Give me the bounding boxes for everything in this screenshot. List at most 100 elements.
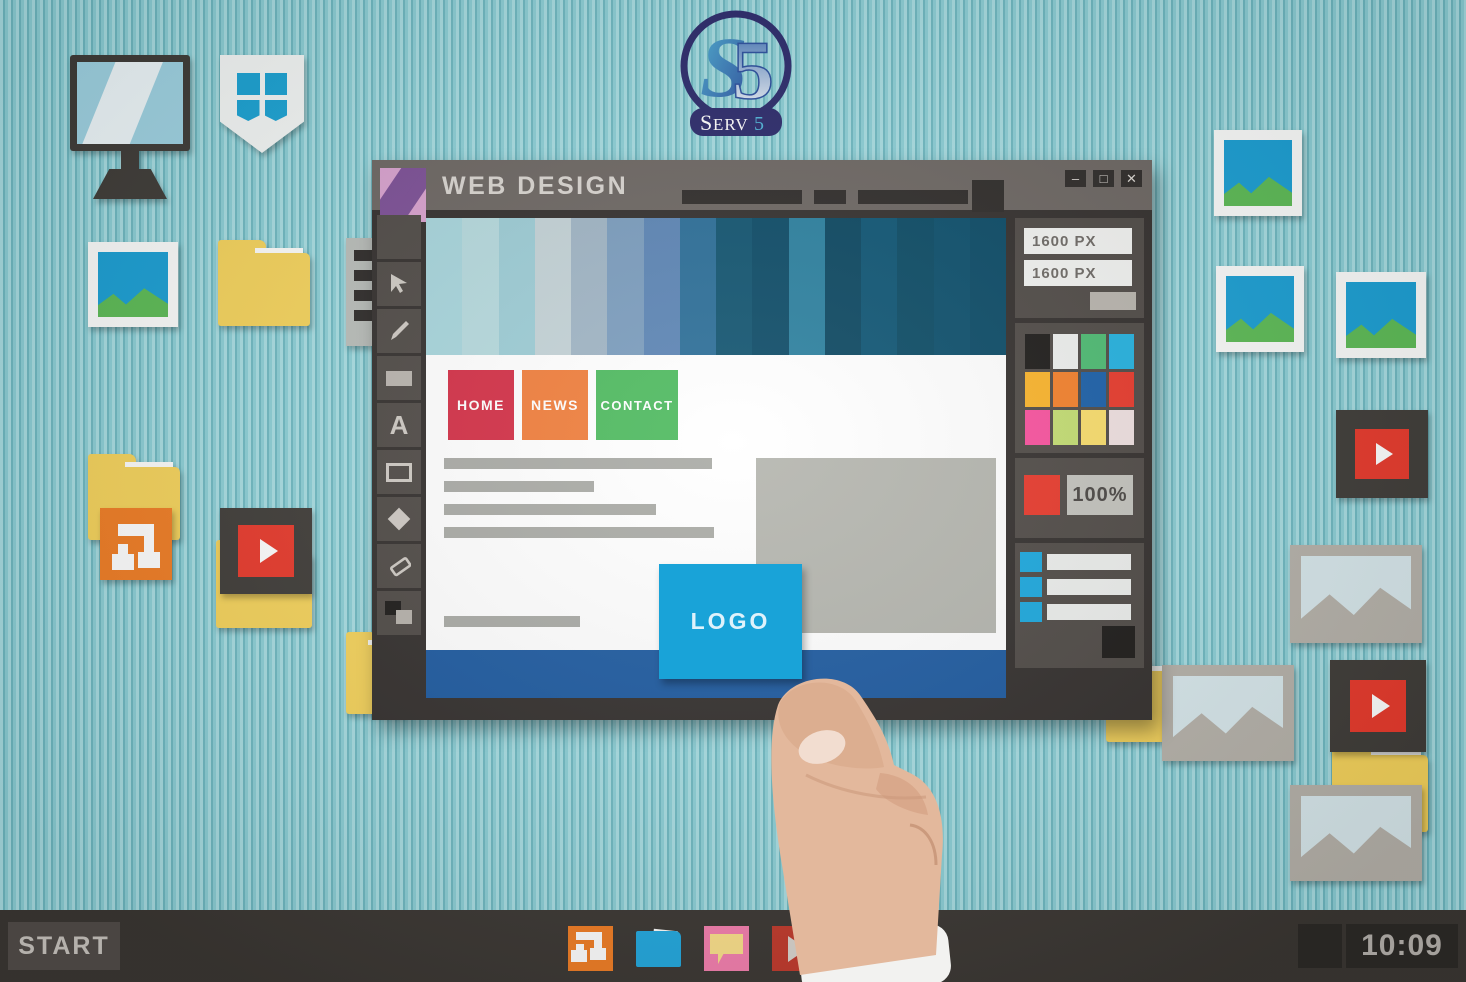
color-swatch[interactable] bbox=[1025, 410, 1050, 445]
window-titlebar[interactable]: WEB DESIGN – □ ✕ bbox=[372, 160, 1152, 222]
dimensions-section: 1600 PX 1600 PX bbox=[1015, 218, 1144, 318]
taskbar[interactable]: START 10:09 bbox=[0, 910, 1466, 982]
layer-visibility-toggle[interactable] bbox=[1020, 602, 1042, 622]
menu-slot-1[interactable] bbox=[682, 190, 802, 204]
music-icon[interactable] bbox=[100, 508, 172, 580]
layer-row[interactable] bbox=[1020, 577, 1140, 597]
svg-text:S: S bbox=[700, 110, 713, 135]
close-button[interactable]: ✕ bbox=[1121, 170, 1142, 187]
layer-name-bar[interactable] bbox=[1047, 604, 1131, 620]
video-icon[interactable] bbox=[1330, 660, 1426, 752]
color-swatch[interactable] bbox=[1053, 334, 1078, 369]
hero-pixel-column bbox=[679, 218, 716, 355]
color-swatch[interactable] bbox=[1081, 372, 1106, 407]
tool-fill-rect-icon[interactable] bbox=[377, 356, 421, 400]
hand-cursor bbox=[760, 655, 1000, 982]
hero-pixel-column bbox=[716, 218, 753, 355]
menu-slot-4[interactable] bbox=[972, 180, 1004, 212]
svg-text:5: 5 bbox=[732, 24, 774, 117]
taskbar-music-icon[interactable] bbox=[568, 926, 613, 971]
tool-text-icon[interactable]: A bbox=[377, 403, 421, 447]
menu-slot-2[interactable] bbox=[814, 190, 846, 204]
web-design-editor-window[interactable]: WEB DESIGN – □ ✕ A HOME NEWS CONTACT LOG… bbox=[372, 160, 1152, 720]
app-logo-icon bbox=[380, 168, 426, 222]
hero-pixel-column bbox=[643, 218, 680, 355]
layer-visibility-toggle[interactable] bbox=[1020, 577, 1042, 597]
clock-time: 10:09 bbox=[1346, 924, 1458, 968]
svg-text:ERV: ERV bbox=[713, 115, 749, 134]
zoom-level-field[interactable]: 100% bbox=[1067, 475, 1133, 515]
hero-pixel-column bbox=[607, 218, 644, 355]
tool-move[interactable] bbox=[377, 215, 421, 259]
layer-visibility-toggle[interactable] bbox=[1020, 552, 1042, 572]
layer-name-bar[interactable] bbox=[1047, 554, 1131, 570]
hero-pixel-column bbox=[571, 218, 608, 355]
serv5-brand-logo: S 5 S ERV 5 bbox=[660, 4, 812, 144]
color-swatch[interactable] bbox=[1025, 372, 1050, 407]
video-icon[interactable] bbox=[220, 508, 312, 594]
tool-rect-icon[interactable] bbox=[377, 450, 421, 494]
hero-banner bbox=[426, 218, 1006, 355]
layer-add-button[interactable] bbox=[1102, 626, 1135, 658]
photo-icon[interactable] bbox=[1290, 785, 1422, 881]
photo-icon[interactable] bbox=[1214, 130, 1302, 216]
photo-icon[interactable] bbox=[1162, 665, 1294, 761]
tool-palette[interactable]: A bbox=[377, 215, 421, 638]
video-icon[interactable] bbox=[1336, 410, 1428, 498]
text-line bbox=[444, 458, 712, 469]
color-swatch[interactable] bbox=[1025, 334, 1050, 369]
shield-icon[interactable] bbox=[220, 55, 304, 153]
photo-icon[interactable] bbox=[88, 242, 178, 327]
color-swatch[interactable] bbox=[1109, 372, 1134, 407]
color-swatch[interactable] bbox=[1109, 334, 1134, 369]
minimize-button[interactable]: – bbox=[1065, 170, 1086, 187]
maximize-button[interactable]: □ bbox=[1093, 170, 1114, 187]
taskbar-clock[interactable]: 10:09 bbox=[1298, 924, 1458, 968]
color-swatch[interactable] bbox=[1053, 372, 1078, 407]
height-input[interactable]: 1600 PX bbox=[1024, 260, 1132, 286]
nav-button-news[interactable]: NEWS bbox=[522, 370, 588, 440]
desktop-wallpaper: S 5 S ERV 5 WEB DESIGN – □ ✕ A HOME NEWS… bbox=[0, 0, 1466, 982]
taskbar-chat-icon[interactable] bbox=[704, 926, 749, 971]
color-swatch[interactable] bbox=[1109, 410, 1134, 445]
photo-icon[interactable] bbox=[1290, 545, 1422, 643]
photo-icon[interactable] bbox=[1216, 266, 1304, 352]
layers-section[interactable] bbox=[1015, 543, 1144, 668]
nav-button-home[interactable]: HOME bbox=[448, 370, 514, 440]
layer-row[interactable] bbox=[1020, 552, 1140, 572]
folder-icon[interactable] bbox=[218, 240, 310, 326]
window-title: WEB DESIGN bbox=[442, 172, 629, 200]
tool-brush-icon[interactable] bbox=[377, 309, 421, 353]
active-color-swatch[interactable] bbox=[1024, 475, 1060, 515]
apply-button[interactable] bbox=[1090, 292, 1136, 310]
taskbar-folder-icon[interactable] bbox=[636, 926, 681, 971]
hero-pixel-column bbox=[824, 218, 861, 355]
hero-pixel-column bbox=[861, 218, 898, 355]
hero-pixel-column bbox=[534, 218, 571, 355]
photo-icon[interactable] bbox=[1336, 272, 1426, 358]
text-line bbox=[444, 504, 656, 515]
hero-pixel-column bbox=[969, 218, 1006, 355]
layer-name-bar[interactable] bbox=[1047, 579, 1131, 595]
color-palette-section[interactable] bbox=[1015, 323, 1144, 453]
color-swatch[interactable] bbox=[1053, 410, 1078, 445]
text-line bbox=[444, 527, 714, 538]
tool-cursor-icon[interactable] bbox=[377, 262, 421, 306]
color-swatch[interactable] bbox=[1081, 334, 1106, 369]
menu-slot-3[interactable] bbox=[858, 190, 968, 204]
tool-shape-icon[interactable] bbox=[377, 497, 421, 541]
tool-eraser-icon[interactable] bbox=[377, 544, 421, 588]
properties-panel[interactable]: 1600 PX 1600 PX 100% bbox=[1012, 218, 1147, 698]
color-swatch[interactable] bbox=[1081, 410, 1106, 445]
monitor-icon[interactable] bbox=[70, 55, 190, 199]
layer-row[interactable] bbox=[1020, 602, 1140, 622]
width-input[interactable]: 1600 PX bbox=[1024, 228, 1132, 254]
hero-pixel-column bbox=[933, 218, 970, 355]
tool-colors-icon[interactable] bbox=[377, 591, 421, 635]
start-button[interactable]: START bbox=[8, 922, 120, 970]
nav-button-contact[interactable]: CONTACT bbox=[596, 370, 678, 440]
hero-pixel-column bbox=[462, 218, 499, 355]
svg-text:5: 5 bbox=[754, 113, 764, 135]
text-line bbox=[444, 616, 580, 627]
zoom-section[interactable]: 100% bbox=[1015, 458, 1144, 538]
